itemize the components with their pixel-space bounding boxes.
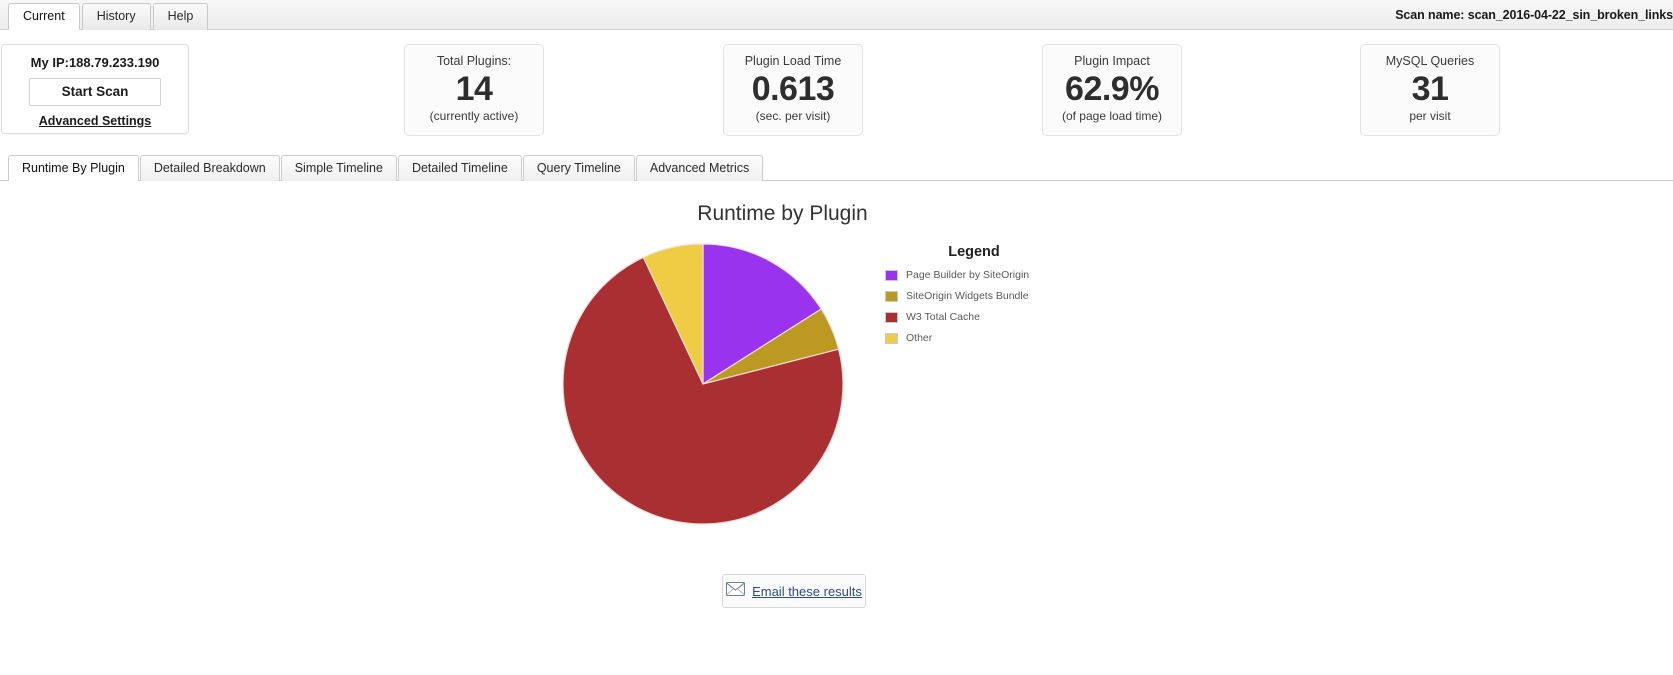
top-tab-help-label: Help [167,9,194,23]
stat-title: MySQL Queries [1385,54,1475,68]
stat-value: 14 [455,70,493,108]
chart-legend: Legend Page Builder by SiteOrigin SiteOri… [885,244,1085,353]
chart-title: Runtime by Plugin [697,202,868,225]
pie-chart-svg [562,243,844,525]
legend-rows: Page Builder by SiteOrigin SiteOrigin Wid… [885,269,1085,344]
legend-item[interactable]: Other [885,332,1085,344]
top-tab-current-label: Current [23,9,65,23]
legend-color-swatch [885,290,898,302]
stat-value: 62.9% [1065,70,1159,108]
stat-card-plugin-impact: Plugin Impact 62.9% (of page load time) [1042,44,1182,136]
ip-scan-card: My IP:188.79.233.190 Start Scan Advanced… [1,44,189,134]
stat-subtitle: per visit [1409,109,1451,123]
top-tab-group: Current History Help [8,2,210,30]
legend-item[interactable]: W3 Total Cache [885,311,1085,323]
stat-value: 31 [1411,70,1449,108]
tab-simple-timeline[interactable]: Simple Timeline [280,155,397,181]
stat-subtitle: (currently active) [429,109,519,123]
tab-detailed-timeline[interactable]: Detailed Timeline [397,155,522,181]
legend-item-label: Page Builder by SiteOrigin [906,269,1030,281]
stat-title: Total Plugins: [436,54,512,68]
view-tab-strip: Runtime By Plugin Detailed Breakdown Sim… [0,155,1673,181]
tab-query-timeline[interactable]: Query Timeline [522,155,635,181]
advanced-settings-link[interactable]: Advanced Settings [2,114,188,128]
top-tab-history-label: History [96,9,136,23]
tab-label: Detailed Timeline [411,161,508,175]
legend-title: Legend [948,244,1000,260]
legend-item[interactable]: SiteOrigin Widgets Bundle [885,290,1085,302]
view-tab-group: Runtime By Plugin Detailed Breakdown Sim… [8,155,764,181]
email-results-button[interactable]: Email these results [722,574,866,608]
top-header-bar: Current History Help Scan name: scan_201… [0,0,1673,30]
top-tab-help[interactable]: Help [152,3,209,30]
legend-item[interactable]: Page Builder by SiteOrigin [885,269,1085,281]
email-results-link[interactable]: Email these results [752,584,862,599]
tab-label: Advanced Metrics [649,161,750,175]
legend-item-label: Other [906,332,933,344]
scan-name-label: Scan name: scan_2016-04-22_sin_broken_li… [1395,8,1673,22]
legend-item-label: W3 Total Cache [906,311,980,323]
stat-subtitle: (sec. per visit) [755,109,831,123]
stat-card-total-plugins: Total Plugins: 14 (currently active) [404,44,544,136]
pie-chart [562,243,844,525]
start-scan-button[interactable]: Start Scan [29,78,161,106]
stat-title: Plugin Impact [1074,54,1150,68]
legend-item-label: SiteOrigin Widgets Bundle [906,290,1029,302]
top-tab-history[interactable]: History [81,3,151,30]
tab-label: Detailed Breakdown [153,161,266,175]
stat-subtitle: (of page load time) [1061,109,1163,123]
stat-value: 0.613 [751,70,835,108]
stat-card-mysql-queries: MySQL Queries 31 per visit [1360,44,1500,136]
envelope-icon [726,581,746,601]
tab-label: Simple Timeline [294,161,383,175]
tab-runtime-by-plugin[interactable]: Runtime By Plugin [8,155,139,181]
tab-advanced-metrics[interactable]: Advanced Metrics [635,155,764,181]
top-tab-current[interactable]: Current [8,3,80,30]
tab-detailed-breakdown[interactable]: Detailed Breakdown [139,155,280,181]
my-ip-label: My IP:188.79.233.190 [30,55,160,70]
stat-card-plugin-load-time: Plugin Load Time 0.613 (sec. per visit) [723,44,863,136]
legend-color-swatch [885,311,898,323]
legend-color-swatch [885,332,898,344]
tab-label: Query Timeline [536,161,621,175]
tab-label: Runtime By Plugin [22,161,125,175]
stat-title: Plugin Load Time [744,54,842,68]
legend-color-swatch [885,269,898,281]
